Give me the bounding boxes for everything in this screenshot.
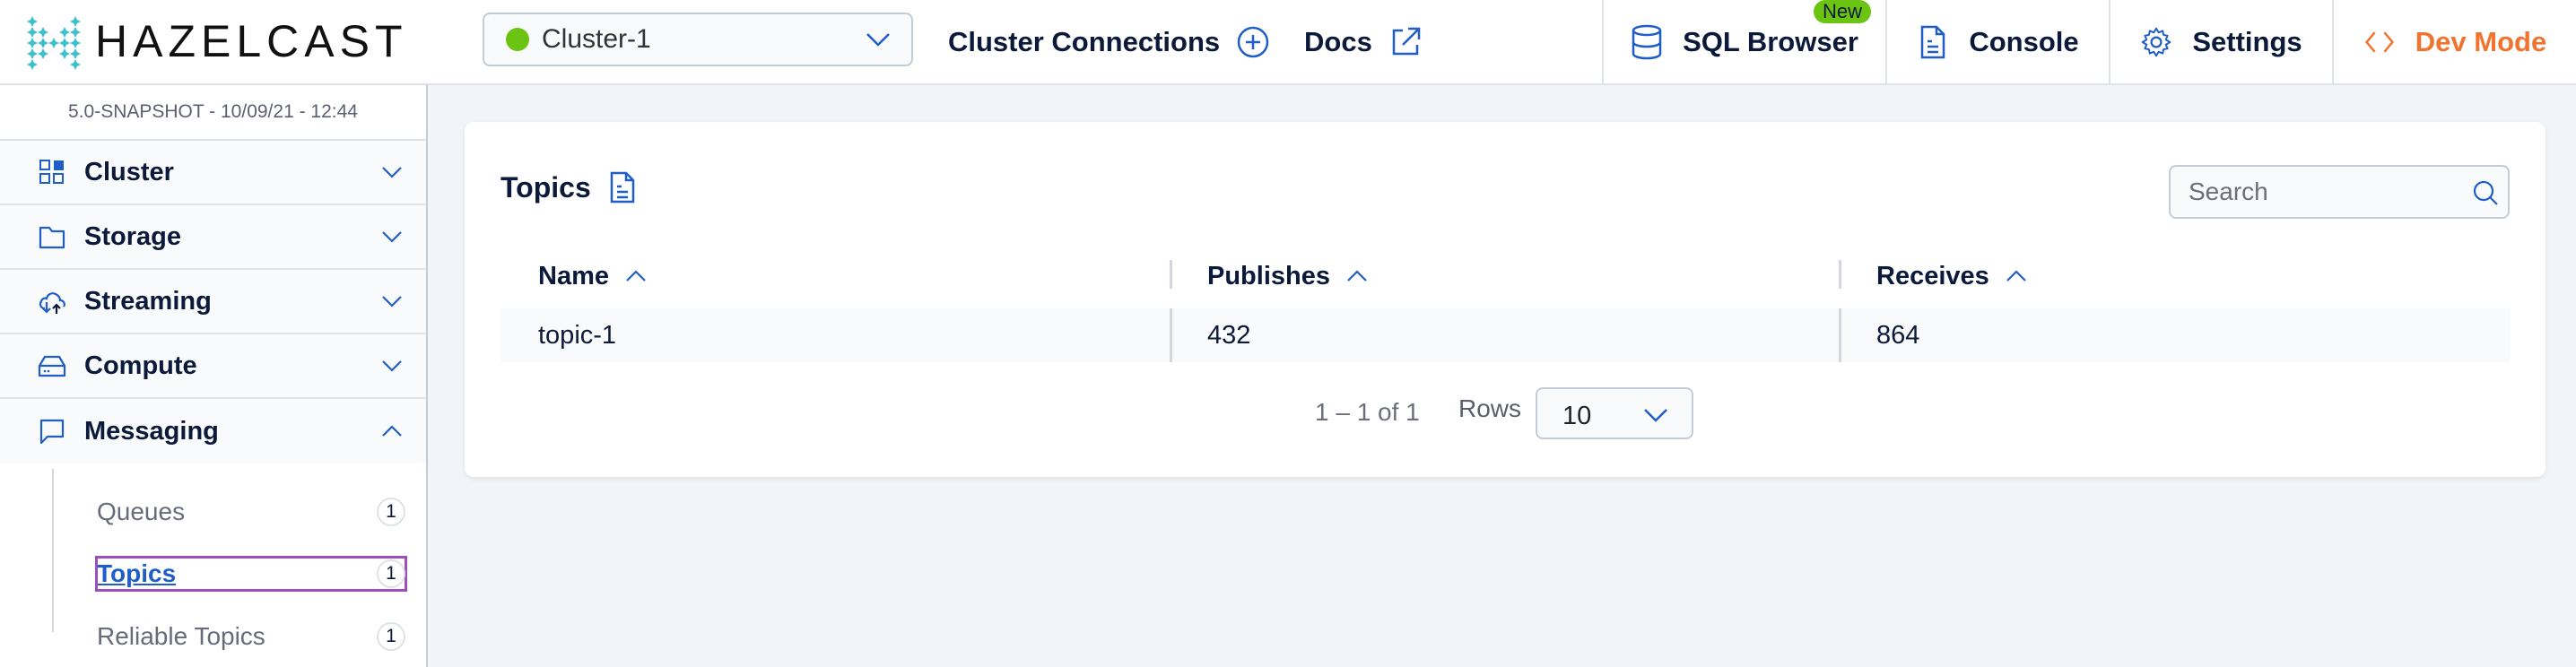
sidebar-item-queues[interactable]: Queues 1 <box>97 496 405 528</box>
sidebar-item-label: Topics <box>97 559 177 587</box>
column-header-receives[interactable]: Receives <box>1876 249 2027 303</box>
sidebar-item-label: Queues <box>97 498 186 525</box>
column-divider <box>1170 308 1172 362</box>
column-header-label: Name <box>538 261 609 290</box>
chevron-down-icon <box>1644 409 1667 422</box>
new-badge: New <box>1813 0 1871 23</box>
cell-publishes: 432 <box>1207 320 1251 350</box>
external-link-icon <box>1392 27 1421 55</box>
sidebar-section-compute[interactable]: Compute <box>0 334 426 399</box>
cluster-selector-value: Cluster-1 <box>542 24 651 54</box>
folder-icon <box>39 226 65 249</box>
tab-sql-browser-label: SQL Browser <box>1683 25 1858 57</box>
pagination-range: 1 – 1 of 1 <box>1315 398 1420 426</box>
sidebar-item-label: Reliable Topics <box>97 622 265 650</box>
sidebar-section-label: Compute <box>84 351 197 380</box>
sidebar-section-label: Streaming <box>84 286 212 316</box>
chevron-down-icon <box>382 167 402 178</box>
sort-ascending-icon <box>1347 270 1367 282</box>
column-divider[interactable] <box>1170 260 1172 289</box>
sidebar-item-topics[interactable]: Topics 1 <box>95 556 407 592</box>
sidebar-item-reliable-topics[interactable]: Reliable Topics 1 <box>97 620 405 653</box>
gear-icon <box>2142 27 2171 56</box>
messaging-subnav: Queues 1 Topics 1 Reliable Topics 1 <box>0 463 426 653</box>
search-icon[interactable] <box>2472 179 2499 206</box>
sort-ascending-icon <box>626 270 646 282</box>
column-divider <box>1839 308 1841 362</box>
docs-link[interactable]: Docs <box>1304 0 1423 83</box>
sidebar-section-label: Cluster <box>84 157 174 186</box>
chevron-up-icon <box>382 425 402 437</box>
code-icon <box>2364 30 2394 53</box>
page-title-text: Topics <box>500 170 591 204</box>
top-header: HAZELCAST Cluster-1 Cluster Connections … <box>0 0 2576 85</box>
server-drive-icon <box>38 355 66 377</box>
column-header-publishes[interactable]: Publishes <box>1207 249 1368 303</box>
cluster-connections-label: Cluster Connections <box>948 25 1221 57</box>
search-input[interactable] <box>2189 178 2458 206</box>
sidebar-section-storage[interactable]: Storage <box>0 205 426 270</box>
tab-settings-label: Settings <box>2192 25 2302 57</box>
count-badge: 1 <box>377 622 405 651</box>
subnav-guide-line <box>52 469 54 632</box>
cell-receives: 864 <box>1876 320 1920 350</box>
sidebar: 5.0-SNAPSHOT - 10/09/21 - 12:44 Cluster … <box>0 85 428 667</box>
topics-card: Topics Name Publishes Receives topic-1 <box>465 122 2546 477</box>
topics-table: Name Publishes Receives topic-1 432 864 <box>500 249 2510 362</box>
sidebar-section-cluster[interactable]: Cluster <box>0 141 426 205</box>
rows-per-page-label: Rows <box>1458 394 1522 422</box>
column-header-label: Publishes <box>1207 261 1330 290</box>
tab-console-label: Console <box>1969 25 2079 57</box>
sidebar-section-label: Messaging <box>84 416 219 446</box>
page-title: Topics <box>500 170 636 204</box>
logo-text: HAZELCAST <box>95 16 408 66</box>
search-field[interactable] <box>2169 165 2510 219</box>
chevron-down-icon <box>382 231 402 243</box>
cloud-sync-icon <box>39 292 65 314</box>
hazelcast-logo[interactable]: HAZELCAST <box>25 13 408 70</box>
sidebar-section-messaging[interactable]: Messaging <box>0 399 426 463</box>
sidebar-section-streaming[interactable]: Streaming <box>0 270 426 334</box>
dashboard-grid-icon <box>39 160 64 184</box>
chat-bubble-icon <box>39 419 65 445</box>
database-icon <box>1632 24 1662 59</box>
rows-per-page-select[interactable]: 10 <box>1536 387 1693 439</box>
table-row[interactable]: topic-1 432 864 <box>500 308 2510 362</box>
tab-sql-browser[interactable]: SQL Browser New <box>1602 0 1885 83</box>
tab-dev-mode-label: Dev Mode <box>2415 25 2547 57</box>
column-divider[interactable] <box>1839 260 1841 289</box>
cluster-selector[interactable]: Cluster-1 <box>483 13 913 66</box>
chevron-down-icon <box>382 296 402 308</box>
version-info: 5.0-SNAPSHOT - 10/09/21 - 12:44 <box>0 85 426 141</box>
tab-dev-mode[interactable]: Dev Mode <box>2332 0 2576 83</box>
column-header-name[interactable]: Name <box>538 249 647 303</box>
pagination: 1 – 1 of 1 Rows 10 <box>465 387 2546 441</box>
tab-console[interactable]: Console <box>1885 0 2109 83</box>
cell-name[interactable]: topic-1 <box>538 308 616 362</box>
chevron-down-icon <box>866 33 890 47</box>
tab-settings[interactable]: Settings <box>2109 0 2332 83</box>
sort-ascending-icon <box>2006 270 2026 282</box>
table-header: Name Publishes Receives <box>500 249 2510 303</box>
docs-label: Docs <box>1304 25 1372 57</box>
document-icon[interactable] <box>609 170 636 204</box>
sidebar-section-label: Storage <box>84 221 181 251</box>
column-header-label: Receives <box>1876 261 1989 290</box>
cluster-status-dot <box>506 28 529 51</box>
cluster-connections-link[interactable]: Cluster Connections <box>948 0 1270 83</box>
hazelcast-logo-icon <box>27 16 81 70</box>
rows-per-page-value: 10 <box>1562 402 1592 430</box>
count-badge: 1 <box>377 559 405 588</box>
count-badge: 1 <box>377 498 405 526</box>
document-icon <box>1921 25 1945 58</box>
plus-circle-icon <box>1237 26 1269 57</box>
chevron-down-icon <box>382 360 402 372</box>
